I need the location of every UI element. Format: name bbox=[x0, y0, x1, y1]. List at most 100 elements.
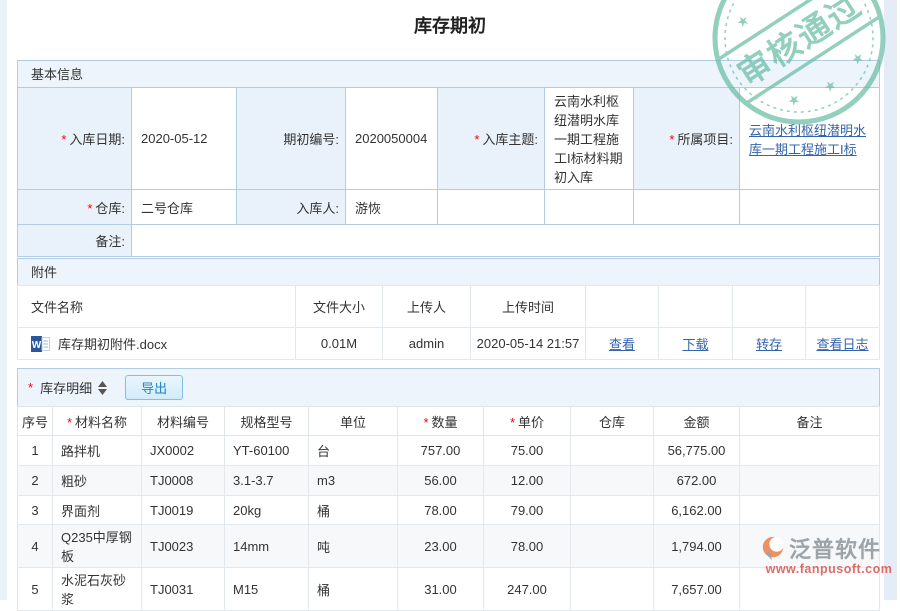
cell-quantity: 31.00 bbox=[398, 568, 484, 611]
field-value-inbound-date: 2020-05-12 bbox=[132, 88, 237, 190]
svg-text:W: W bbox=[32, 340, 42, 351]
col-header-uploader: 上传人 bbox=[383, 286, 471, 328]
basic-info-section-title: 基本信息 bbox=[17, 60, 880, 88]
field-label-warehouse: *仓库: bbox=[18, 190, 132, 225]
attachment-row: W 库存期初附件.docx 0.01M admin 2020-05-14 21:… bbox=[18, 328, 880, 360]
col-header-amount: 金额 bbox=[654, 407, 740, 436]
cell-warehouse bbox=[571, 436, 654, 466]
cell-action: 查看 bbox=[586, 328, 659, 360]
project-link[interactable]: 云南水利枢纽潜明水库一期工程施工I标 bbox=[749, 123, 866, 157]
cell-action: 查看日志 bbox=[806, 328, 880, 360]
cell-quantity: 23.00 bbox=[398, 525, 484, 568]
inventory-detail-section: * 库存明细 导出 序号*材料名称材料编号规格型号单位*数量*单价仓库金额备注 … bbox=[17, 368, 880, 611]
col-header-action bbox=[806, 286, 880, 328]
page-left-margin bbox=[0, 0, 7, 600]
cell-spec-model: 20kg bbox=[225, 496, 309, 525]
view-log-link[interactable]: 查看日志 bbox=[816, 337, 868, 352]
col-header-action bbox=[586, 286, 659, 328]
col-header-index: 序号 bbox=[18, 407, 53, 436]
detail-section-header: * 库存明细 导出 bbox=[17, 368, 880, 407]
cell-file-size: 0.01M bbox=[296, 328, 383, 360]
cell-material-name: Q235中厚钢板 bbox=[53, 525, 142, 568]
col-header-spec-model: 规格型号 bbox=[225, 407, 309, 436]
table-row: 5水泥石灰砂浆TJ0031M15桶31.00247.007,657.00 bbox=[18, 568, 880, 611]
export-button[interactable]: 导出 bbox=[125, 375, 183, 400]
cell-spec-model: YT-60100 bbox=[225, 436, 309, 466]
cell-index: 2 bbox=[18, 466, 53, 496]
cell-uploader: admin bbox=[383, 328, 471, 360]
cell-unit-price: 79.00 bbox=[484, 496, 571, 525]
cell-unit: 桶 bbox=[309, 568, 398, 611]
download-link[interactable]: 下载 bbox=[682, 337, 708, 352]
field-value-opening-number: 2020050004 bbox=[346, 88, 438, 190]
cell-file-name: W 库存期初附件.docx bbox=[18, 328, 296, 360]
sort-toggle-icon[interactable] bbox=[98, 381, 107, 395]
cell-upload-time: 2020-05-14 21:57 bbox=[471, 328, 586, 360]
page-right-scroll-area bbox=[884, 0, 897, 600]
view-link[interactable]: 查看 bbox=[609, 337, 635, 352]
cell-unit: 吨 bbox=[309, 525, 398, 568]
cell-remark bbox=[740, 436, 880, 466]
required-marker: * bbox=[28, 380, 33, 395]
cell-amount: 672.00 bbox=[654, 466, 740, 496]
cell-material-name: 界面剂 bbox=[53, 496, 142, 525]
cell-material-code: TJ0023 bbox=[142, 525, 225, 568]
cell-amount: 1,794.00 bbox=[654, 525, 740, 568]
col-header-unit: 单位 bbox=[309, 407, 398, 436]
required-marker: * bbox=[67, 415, 72, 430]
cell-spec-model: M15 bbox=[225, 568, 309, 611]
col-header-remark: 备注 bbox=[740, 407, 880, 436]
cell-material-name: 粗砂 bbox=[53, 466, 142, 496]
cell-warehouse bbox=[571, 466, 654, 496]
cell-quantity: 757.00 bbox=[398, 436, 484, 466]
cell-material-name: 路拌机 bbox=[53, 436, 142, 466]
svg-text:★: ★ bbox=[761, 0, 780, 4]
cell-quantity: 78.00 bbox=[398, 496, 484, 525]
field-value-warehouse: 二号仓库 bbox=[132, 190, 237, 225]
field-label-opening-number: 期初编号: bbox=[237, 88, 346, 190]
basic-info-table: *入库日期: 2020-05-12 期初编号: 2020050004 *入库主题… bbox=[17, 87, 880, 257]
empty-cell bbox=[634, 190, 740, 225]
col-header-action bbox=[733, 286, 806, 328]
col-header-quantity: *数量 bbox=[398, 407, 484, 436]
inventory-detail-table: 序号*材料名称材料编号规格型号单位*数量*单价仓库金额备注 1路拌机JX0002… bbox=[17, 406, 880, 611]
col-header-file-name: 文件名称 bbox=[18, 286, 296, 328]
field-value-project: 云南水利枢纽潜明水库一期工程施工I标 bbox=[740, 88, 880, 190]
cell-warehouse bbox=[571, 525, 654, 568]
col-header-action bbox=[659, 286, 733, 328]
required-marker: * bbox=[669, 132, 674, 147]
attachments-section-title: 附件 bbox=[17, 258, 880, 286]
cell-index: 4 bbox=[18, 525, 53, 568]
field-label-inbound-subject: *入库主题: bbox=[438, 88, 545, 190]
cell-warehouse bbox=[571, 568, 654, 611]
cell-unit-price: 247.00 bbox=[484, 568, 571, 611]
required-marker: * bbox=[474, 132, 479, 147]
cell-remark bbox=[740, 525, 880, 568]
field-label-remark: 备注: bbox=[18, 225, 132, 257]
cell-quantity: 56.00 bbox=[398, 466, 484, 496]
cell-index: 3 bbox=[18, 496, 53, 525]
required-marker: * bbox=[87, 201, 92, 216]
page-title: 库存期初 bbox=[0, 12, 900, 38]
empty-cell bbox=[545, 190, 634, 225]
cell-amount: 6,162.00 bbox=[654, 496, 740, 525]
field-value-inbound-subject: 云南水利枢纽潜明水库一期工程施工I标材料期初入库 bbox=[545, 88, 634, 190]
cell-material-code: TJ0031 bbox=[142, 568, 225, 611]
cell-material-code: TJ0019 bbox=[142, 496, 225, 525]
cell-unit-price: 75.00 bbox=[484, 436, 571, 466]
field-label-inbound-date: *入库日期: bbox=[18, 88, 132, 190]
required-marker: * bbox=[510, 415, 515, 430]
col-header-material-name: *材料名称 bbox=[53, 407, 142, 436]
attachments-section: 附件 文件名称 文件大小 上传人 上传时间 W bbox=[17, 258, 880, 360]
cell-material-code: TJ0008 bbox=[142, 466, 225, 496]
table-row: 4Q235中厚钢板TJ002314mm吨23.0078.001,794.00 bbox=[18, 525, 880, 568]
cell-index: 1 bbox=[18, 436, 53, 466]
cell-remark bbox=[740, 466, 880, 496]
cell-index: 5 bbox=[18, 568, 53, 611]
cell-remark bbox=[740, 496, 880, 525]
basic-info-section: 基本信息 *入库日期: 2020-05-12 期初编号: 2020050004 … bbox=[17, 60, 880, 257]
field-value-inbound-person: 游恢 bbox=[346, 190, 438, 225]
cell-unit: 桶 bbox=[309, 496, 398, 525]
save-as-link[interactable]: 转存 bbox=[756, 337, 782, 352]
cell-spec-model: 14mm bbox=[225, 525, 309, 568]
